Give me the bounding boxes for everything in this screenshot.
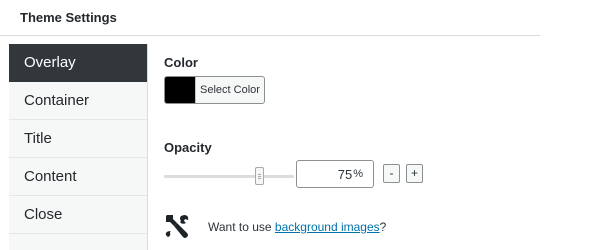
sidebar-item-label: Container	[24, 92, 90, 109]
sidebar-item-content[interactable]: Content	[9, 158, 147, 196]
opacity-input[interactable]: 75%	[296, 160, 374, 188]
tip-prefix: Want to use	[208, 220, 275, 234]
grip-line	[258, 178, 261, 179]
select-color-label: Select Color	[195, 77, 264, 103]
grip-line	[258, 174, 261, 175]
sidebar-item-container[interactable]: Container	[9, 82, 147, 120]
sidebar-item-title[interactable]: Title	[9, 120, 147, 158]
sidebar-item-label: Close	[24, 206, 63, 223]
color-label: Color	[164, 55, 198, 70]
grip-line	[258, 176, 261, 177]
select-color-button[interactable]: Select Color	[164, 76, 265, 104]
sidebar-item-label: Overlay	[24, 54, 76, 71]
opacity-value: 75	[337, 166, 353, 182]
background-images-tip: Want to use background images?	[208, 220, 386, 234]
sidebar-item-label: Title	[24, 130, 52, 147]
color-swatch	[165, 77, 195, 103]
tools-icon	[165, 215, 189, 238]
opacity-unit: %	[353, 168, 363, 180]
sidebar-item-overlay[interactable]: Overlay	[9, 44, 147, 82]
background-images-link[interactable]: background images	[275, 220, 380, 234]
sidebar-item-label: Content	[24, 168, 77, 185]
opacity-label: Opacity	[164, 140, 212, 155]
page-title: Theme Settings	[20, 10, 117, 25]
settings-sidebar: Overlay Container Title Content Close	[9, 44, 148, 250]
opacity-slider-handle[interactable]	[255, 167, 264, 185]
tip-suffix: ?	[379, 220, 387, 234]
opacity-slider-track[interactable]	[164, 175, 294, 178]
sidebar-item-close[interactable]: Close	[9, 196, 147, 234]
settings-header: Theme Settings	[0, 0, 540, 36]
decrement-button[interactable]: -	[383, 164, 400, 183]
increment-button[interactable]: +	[406, 164, 423, 183]
